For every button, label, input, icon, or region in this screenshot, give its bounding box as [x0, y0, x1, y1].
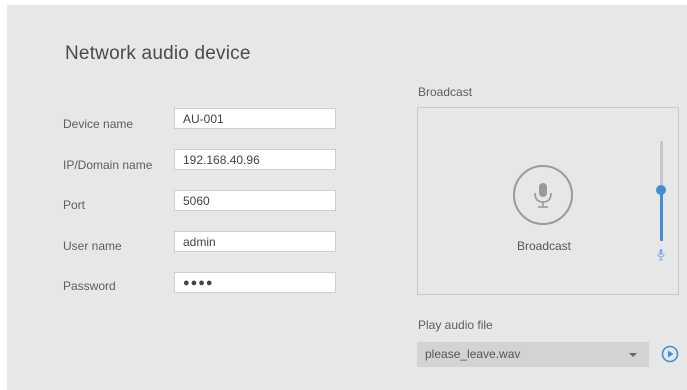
port-input[interactable]: 5060: [174, 190, 336, 211]
device-name-input[interactable]: AU-001: [174, 108, 336, 129]
broadcast-box: Broadcast: [417, 107, 679, 295]
ip-domain-input[interactable]: 192.168.40.96: [174, 149, 336, 170]
network-audio-panel: Network audio device Device name IP/Doma…: [7, 5, 687, 390]
device-name-label: Device name: [63, 117, 134, 131]
audio-file-select[interactable]: please_leave.wav: [417, 342, 649, 367]
play-icon[interactable]: [661, 345, 679, 363]
audio-file-selected: please_leave.wav: [425, 347, 521, 361]
play-audio-section-label: Play audio file: [418, 318, 493, 332]
volume-mic-icon: [657, 249, 665, 261]
port-label: Port: [63, 198, 86, 212]
broadcast-section-label: Broadcast: [418, 85, 473, 99]
password-input[interactable]: ●●●●: [174, 272, 336, 293]
page-title: Network audio device: [65, 43, 251, 64]
volume-slider[interactable]: [656, 141, 666, 241]
microphone-icon: [534, 183, 552, 208]
broadcast-caption: Broadcast: [516, 239, 572, 253]
user-name-input[interactable]: admin: [174, 231, 336, 252]
user-name-label: User name: [63, 239, 122, 253]
ip-domain-label: IP/Domain name: [63, 158, 153, 172]
chevron-down-icon: [629, 353, 637, 357]
password-label: Password: [63, 279, 116, 293]
volume-slider-thumb[interactable]: [656, 185, 666, 195]
volume-slider-fill: [660, 189, 663, 241]
broadcast-button[interactable]: [513, 165, 573, 225]
